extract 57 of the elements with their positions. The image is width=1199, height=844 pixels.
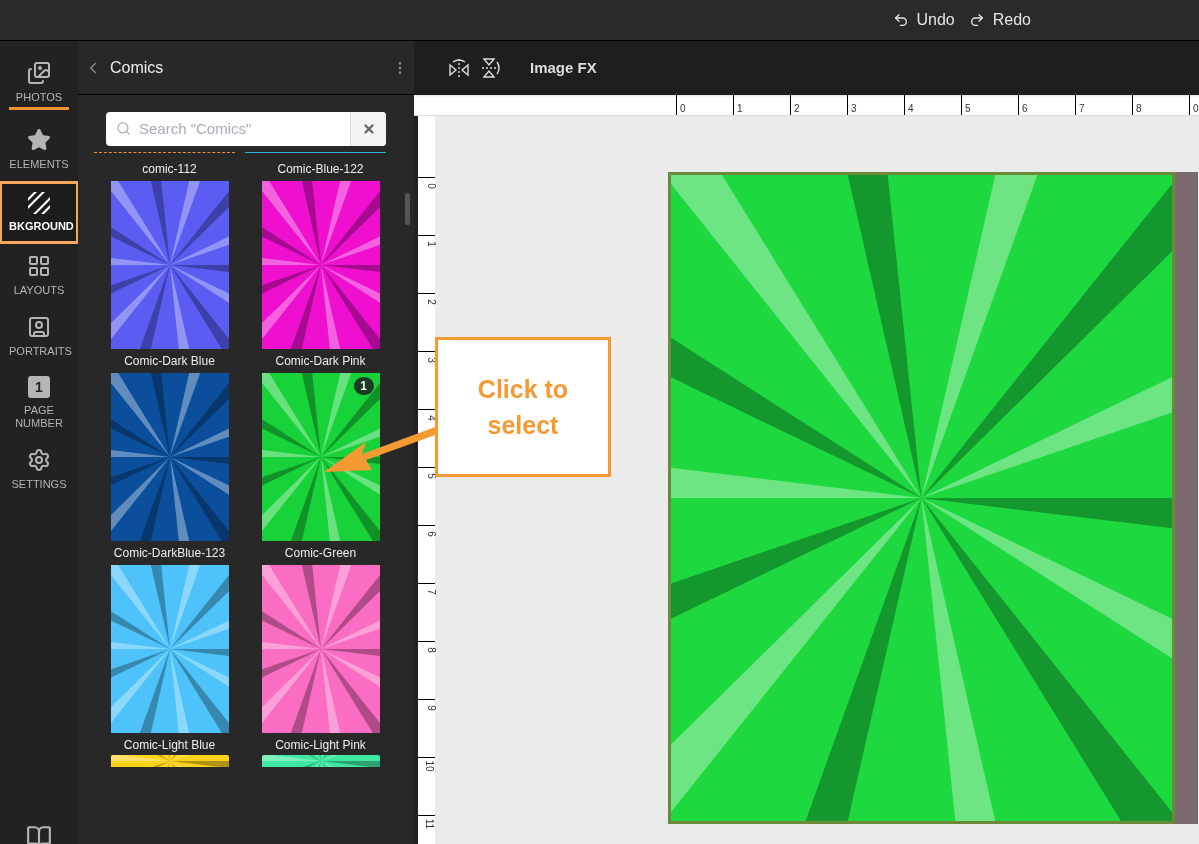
flip-vertical-icon[interactable]	[480, 57, 502, 79]
scrollbar[interactable]	[405, 193, 410, 225]
ruler-label: 6	[426, 531, 437, 537]
undo-button[interactable]: Undo	[892, 8, 955, 32]
ruler-label: 0	[1193, 104, 1199, 114]
ruler-label: 7	[426, 589, 437, 595]
clear-button[interactable]	[350, 112, 386, 146]
sidebar-item[interactable]: 1 PAGE NUMBER	[0, 368, 78, 438]
ruler-label: 9	[426, 705, 437, 711]
redo-button[interactable]: Redo	[968, 8, 1031, 32]
ruler-label: 6	[1022, 104, 1028, 114]
page-number-icon: 1	[28, 376, 50, 398]
thumbnail-title: comic-112	[141, 161, 198, 178]
search-field[interactable]: Search "Comics"	[131, 112, 350, 146]
ruler-label: 4	[908, 104, 914, 114]
ruler-label: 11	[423, 818, 434, 830]
settings-icon	[27, 448, 51, 472]
ruler-label: 8	[426, 647, 437, 653]
search-icon	[116, 121, 131, 136]
panel-title: Comics	[110, 57, 165, 78]
layout-icon	[27, 254, 51, 278]
star-icon	[27, 128, 51, 152]
ruler-label: 0	[426, 183, 437, 189]
thumbnail-title: Comic-Blue-122	[276, 161, 365, 178]
ruler-label: 1	[426, 241, 437, 247]
ruler-label: 7	[1079, 104, 1085, 114]
portrait-icon	[27, 315, 51, 339]
callout-text: Click to select	[476, 374, 570, 441]
ruler-label: 2	[794, 104, 800, 114]
ruler-label: 0	[680, 104, 686, 114]
ruler-label: 3	[851, 104, 857, 114]
thumbnail-title: Comic-Dark Pink	[274, 353, 367, 370]
redo-icon	[968, 12, 985, 28]
ruler-label: 10	[423, 760, 434, 772]
search-bar[interactable]: Search "Comics"	[106, 112, 386, 146]
sidebar-item[interactable]: PHOTOS	[0, 53, 78, 118]
flip-horizontal-icon[interactable]	[448, 57, 470, 79]
close-icon	[361, 122, 376, 136]
undo-icon	[892, 12, 909, 28]
ruler-label: 2	[426, 299, 437, 305]
thumbnail-title: Comic-DarkBlue-123	[112, 545, 227, 562]
thumbnail-title: Comic-Light Pink	[274, 737, 367, 754]
sidebar-item[interactable]: BKGROUND	[0, 181, 79, 244]
sidebar-item[interactable]: ELEMENTS	[0, 120, 78, 179]
ruler-label: 5	[965, 104, 971, 114]
thumbnail-title: Comic-Light Blue	[122, 737, 217, 754]
sidebar-item[interactable]: SETTINGS	[0, 440, 78, 499]
sidebar-item[interactable]: LAYOUTS	[0, 246, 78, 305]
thumbnail-title: Comic-Green	[283, 545, 358, 562]
book-icon[interactable]	[24, 824, 54, 844]
sidebar-item[interactable]: PORTRAITS	[0, 307, 78, 366]
toolbar-title: Image FX	[530, 57, 597, 78]
ruler-label: 1	[737, 104, 743, 114]
stripes-icon	[28, 192, 50, 214]
photos-icon	[27, 61, 51, 85]
ruler-label: 8	[1136, 104, 1142, 114]
thumbnail-title: Comic-Dark Blue	[123, 353, 216, 370]
